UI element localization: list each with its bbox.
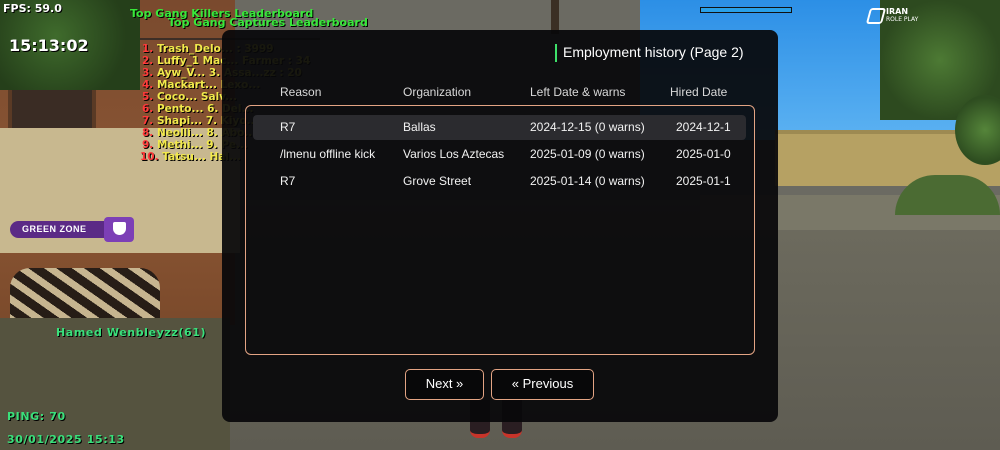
date-time: 30/01/2025 15:13: [7, 433, 125, 446]
pole: [551, 0, 559, 34]
cell-hired-date: 2025-01-0: [676, 147, 731, 161]
leaderboard-rank: 3.: [142, 67, 154, 79]
previous-page-button[interactable]: « Previous: [491, 369, 594, 400]
cell-left-date: 2024-12-15 (0 warns): [530, 120, 645, 134]
shield-icon: [113, 222, 126, 235]
leaderboard-rank: 10.: [140, 151, 159, 163]
column-header-hired-date: Hired Date: [670, 85, 728, 99]
logo-icon: [865, 8, 887, 24]
table-row[interactable]: R7 Grove Street 2025-01-14 (0 warns) 202…: [253, 169, 746, 194]
leaderboard-rank: 1.: [142, 43, 154, 55]
game-clock: 15:13:02: [9, 36, 89, 55]
cell-hired-date: 2025-01-1: [676, 174, 731, 188]
next-page-button[interactable]: Next »: [405, 369, 484, 400]
leaderboard-title-captures: Top Gang Captures Leaderboard: [168, 16, 368, 29]
player-name-tag: Hamed Wenbleyzz(61): [56, 326, 207, 339]
leaderboard-rank: 6.: [142, 103, 154, 115]
cell-reason: /lmenu offline kick: [280, 147, 376, 161]
column-header-reason: Reason: [280, 85, 322, 99]
cell-left-date: 2025-01-09 (0 warns): [530, 147, 645, 161]
history-table: R7 Ballas 2024-12-15 (0 warns) 2024-12-1…: [245, 105, 755, 355]
cell-reason: R7: [280, 174, 296, 188]
leaderboard-rank: 7.: [142, 115, 154, 127]
cell-left-date: 2025-01-14 (0 warns): [530, 174, 645, 188]
server-logo: IRAN ROLE PLAY: [865, 4, 938, 26]
cell-hired-date: 2024-12-1: [676, 120, 731, 134]
column-header-left-date: Left Date & warns: [530, 85, 626, 99]
dialog-title: Employment history (Page 2): [563, 44, 744, 60]
table-row[interactable]: /lmenu offline kick Varios Los Aztecas 2…: [253, 142, 746, 167]
logo-text: IRAN: [886, 7, 909, 16]
title-marker: [555, 44, 557, 62]
leaderboard-rank: 2.: [142, 55, 154, 67]
logo-subtext: ROLE PLAY: [886, 16, 919, 23]
fps-counter: FPS: 59.0: [3, 2, 62, 15]
zone-indicator: GREEN ZONE: [10, 221, 113, 238]
health-bar: [700, 7, 792, 13]
leaderboard-rank: 8.: [142, 127, 154, 139]
leaderboard-rank: 9.: [142, 139, 154, 151]
cell-reason: R7: [280, 120, 296, 134]
cell-organization: Varios Los Aztecas: [403, 147, 505, 161]
cell-organization: Ballas: [403, 120, 436, 134]
cell-organization: Grove Street: [403, 174, 472, 188]
column-header-organization: Organization: [403, 85, 472, 99]
ping-indicator: PING: 70: [7, 410, 66, 423]
table-row[interactable]: R7 Ballas 2024-12-15 (0 warns) 2024-12-1: [253, 115, 746, 140]
table-header: Reason Organization Left Date & warns Hi…: [0, 85, 1000, 101]
